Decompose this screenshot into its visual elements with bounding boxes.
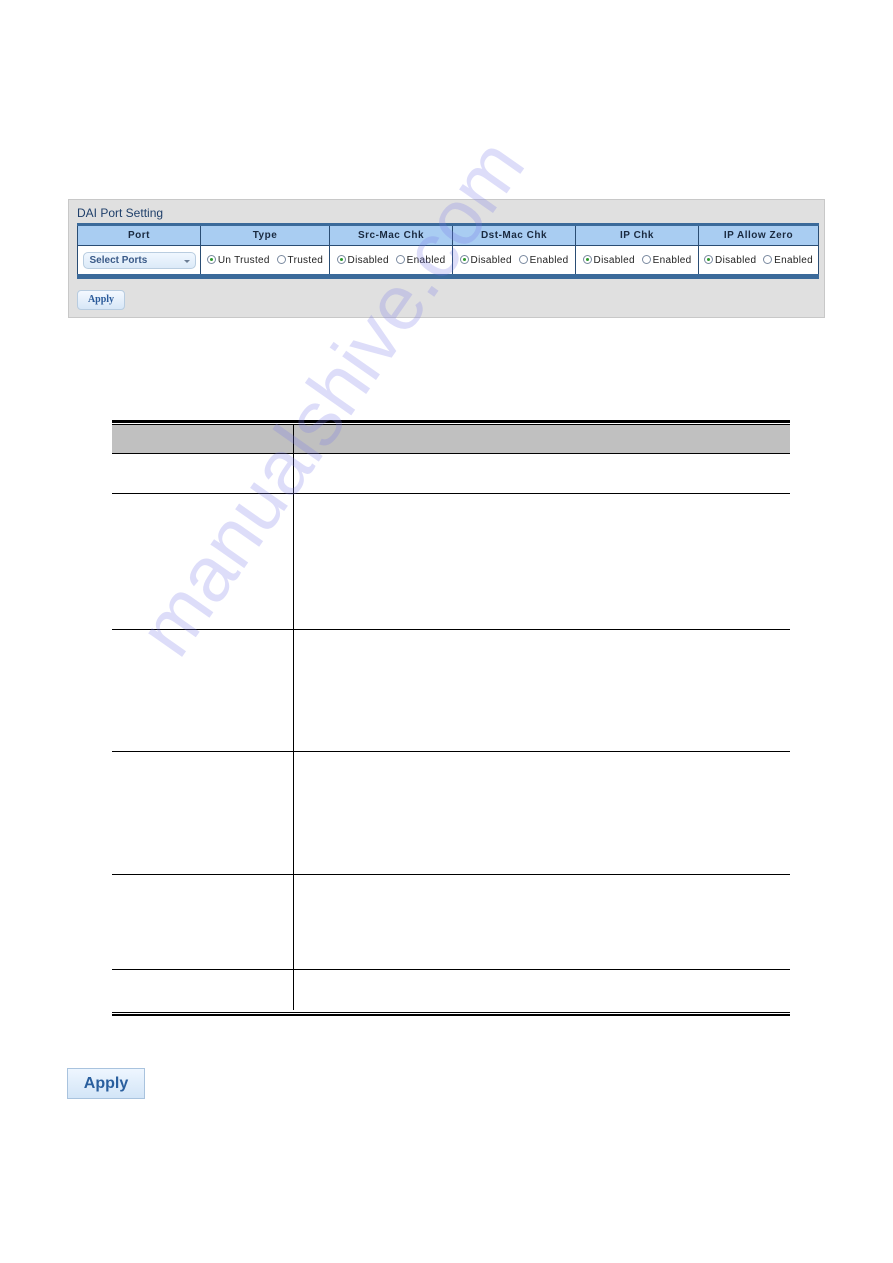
chevron-down-icon — [183, 259, 190, 263]
select-ports-dropdown[interactable]: Select Ports — [82, 251, 196, 269]
table-row — [112, 751, 790, 875]
radio-selected-icon — [336, 254, 346, 264]
table-header-row: Port Type Src-Mac Chk Dst-Mac Chk IP Chk… — [77, 224, 819, 246]
port-cell: Select Ports — [77, 245, 201, 277]
description-table — [112, 420, 790, 1016]
type-untrusted-radio[interactable]: Un Trusted — [206, 254, 270, 266]
header-object — [112, 425, 294, 454]
ip-chk-cell: Disabled Enabled — [575, 245, 699, 277]
radio-unselected-icon — [518, 254, 528, 264]
table-row — [112, 453, 790, 494]
col-ip-allow-zero: IP Allow Zero — [698, 224, 819, 246]
radio-unselected-icon — [641, 254, 651, 264]
type-cell: Un Trusted Trusted — [200, 245, 330, 277]
radio-selected-icon — [459, 254, 469, 264]
apply-button[interactable]: Apply — [67, 1068, 145, 1099]
ip-chk-disabled-radio[interactable]: Disabled — [582, 254, 635, 266]
dst-mac-chk-cell: Disabled Enabled — [452, 245, 576, 277]
ip-allow-zero-enabled-radio[interactable]: Enabled — [763, 254, 813, 266]
radio-unselected-icon — [395, 254, 405, 264]
header-description — [293, 425, 790, 454]
ip-allow-zero-disabled-radio[interactable]: Disabled — [704, 254, 756, 266]
src-mac-chk-cell: Disabled Enabled — [329, 245, 453, 277]
radio-unselected-icon — [763, 254, 773, 264]
dai-port-table: Port Type Src-Mac Chk Dst-Mac Chk IP Chk… — [77, 223, 819, 279]
col-port: Port — [77, 224, 201, 246]
type-trusted-radio[interactable]: Trusted — [276, 254, 324, 266]
table-row — [112, 493, 790, 630]
col-ip-chk: IP Chk — [575, 224, 699, 246]
ip-chk-enabled-radio[interactable]: Enabled — [641, 254, 692, 266]
col-type: Type — [200, 224, 330, 246]
dst-mac-disabled-radio[interactable]: Disabled — [459, 254, 512, 266]
col-src-mac-chk: Src-Mac Chk — [329, 224, 453, 246]
dst-mac-enabled-radio[interactable]: Enabled — [518, 254, 569, 266]
radio-unselected-icon — [276, 254, 286, 264]
radio-selected-icon — [582, 254, 592, 264]
table-row — [112, 874, 790, 970]
table-row: Select Ports Un Trusted Trusted Disabled… — [77, 245, 819, 277]
dai-port-setting-panel: DAI Port Setting Port Type Src-Mac Chk D… — [68, 199, 825, 318]
description-header-row — [112, 425, 790, 454]
table-top-rule — [112, 420, 790, 423]
panel-apply-button[interactable]: Apply — [77, 290, 125, 310]
src-mac-enabled-radio[interactable]: Enabled — [395, 254, 446, 266]
src-mac-disabled-radio[interactable]: Disabled — [336, 254, 389, 266]
ip-allow-zero-cell: Disabled Enabled — [698, 245, 819, 277]
table-row — [112, 629, 790, 752]
table-row — [112, 969, 790, 1010]
radio-selected-icon — [206, 254, 216, 264]
table-bottom-rule-thin — [112, 1011, 790, 1013]
select-ports-value: Select Ports — [89, 254, 148, 266]
col-dst-mac-chk: Dst-Mac Chk — [452, 224, 576, 246]
panel-title: DAI Port Setting — [77, 206, 164, 220]
table-bottom-rule — [112, 1013, 790, 1016]
radio-selected-icon — [704, 254, 714, 264]
